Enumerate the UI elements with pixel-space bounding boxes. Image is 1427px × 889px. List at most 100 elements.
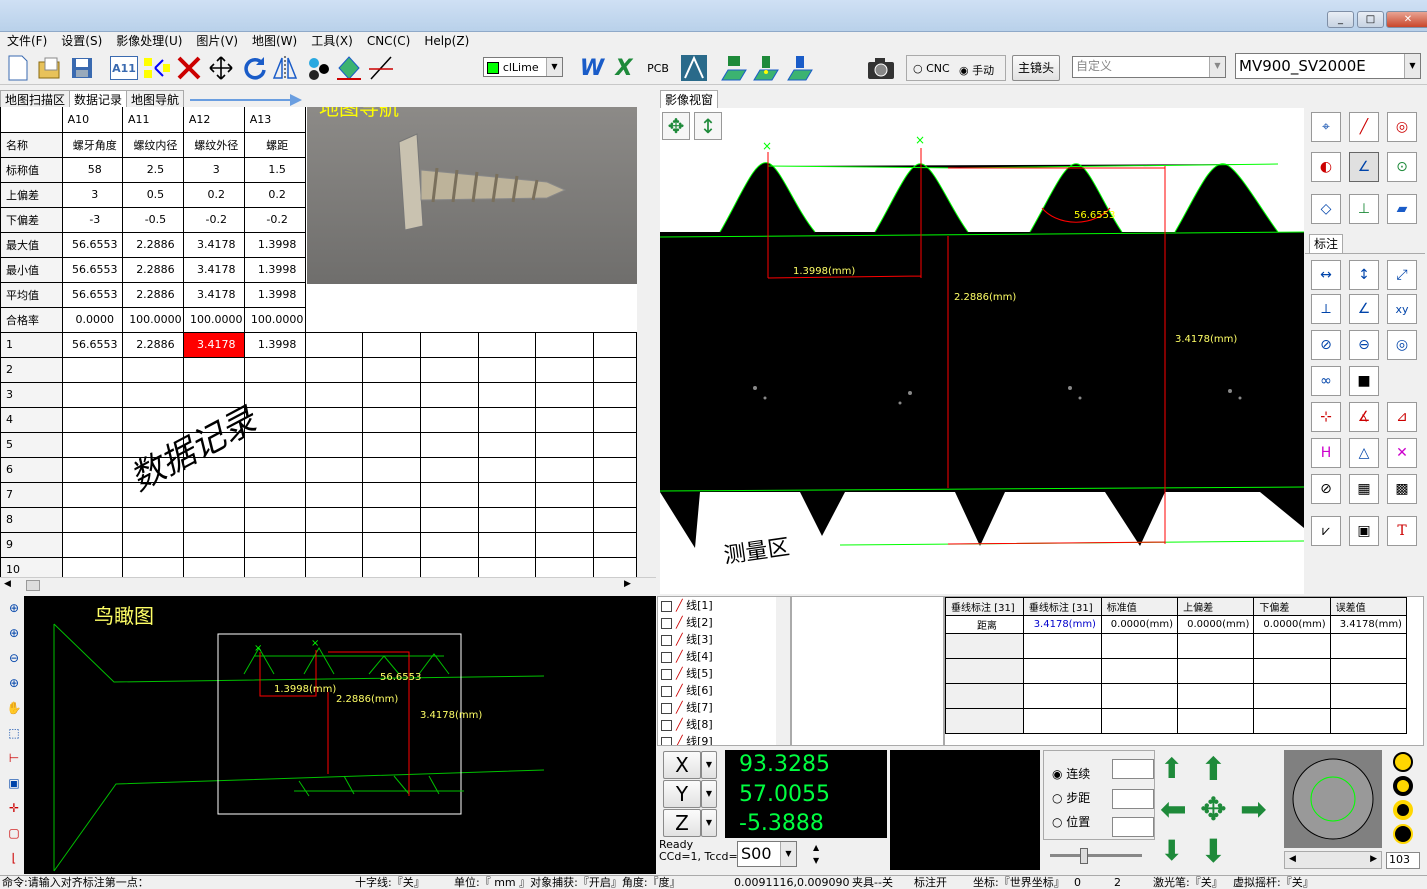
table-cell[interactable]: A10: [61, 107, 124, 133]
menu-cnc[interactable]: CNC(C): [360, 32, 417, 50]
row-header-cell[interactable]: 3: [0, 381, 63, 408]
table-cell[interactable]: [477, 456, 537, 483]
angle-icon[interactable]: ∠: [1349, 152, 1379, 182]
table-cell[interactable]: [420, 381, 479, 408]
save-view-icon[interactable]: ▣: [4, 773, 24, 793]
table-cell[interactable]: [420, 331, 479, 358]
concentric-icon[interactable]: ◎: [1387, 330, 1417, 360]
table-cell[interactable]: [535, 506, 595, 533]
result-cell[interactable]: 3.4178(mm): [1022, 615, 1102, 634]
origin-icon[interactable]: ✛: [4, 798, 24, 818]
table-cell[interactable]: A12: [182, 107, 245, 133]
table-cell[interactable]: [304, 556, 364, 577]
table-cell[interactable]: [593, 356, 637, 383]
table-cell[interactable]: 2.2886: [122, 281, 184, 308]
tab-image-view[interactable]: 影像视窗: [660, 90, 719, 109]
table-cell[interactable]: 2.2886: [122, 256, 184, 283]
table-cell[interactable]: [536, 282, 594, 307]
table-cell[interactable]: [243, 356, 306, 383]
main-lens-button[interactable]: 主镜头: [1012, 55, 1060, 81]
table-cell[interactable]: [362, 456, 422, 483]
row-header-cell[interactable]: 上偏差: [0, 181, 63, 208]
table-cell[interactable]: [363, 282, 421, 307]
table-cell[interactable]: [362, 481, 422, 508]
table-cell[interactable]: 56.6553: [61, 231, 124, 258]
table-cell[interactable]: [61, 481, 124, 508]
table-cell[interactable]: [421, 282, 479, 307]
row-header-cell[interactable]: 6: [0, 456, 63, 483]
refresh-icon[interactable]: [241, 54, 269, 82]
line-item[interactable]: ╱ 线[2]: [658, 614, 790, 631]
table-cell[interactable]: [304, 406, 364, 433]
scroll-thumb[interactable]: [26, 580, 40, 591]
table-cell[interactable]: [535, 331, 595, 358]
pattern-icon[interactable]: ▦: [1349, 474, 1379, 504]
a11-button[interactable]: A11: [110, 56, 138, 80]
close-button[interactable]: ✕: [1386, 11, 1427, 28]
table-cell[interactable]: -3: [61, 206, 124, 233]
angle-dim-icon[interactable]: ∠: [1349, 294, 1379, 324]
table-cell[interactable]: [122, 381, 184, 408]
manual-radio[interactable]: ◉ 手动: [959, 62, 994, 78]
circle-center-icon[interactable]: ⊙: [1387, 152, 1417, 182]
table-cell[interactable]: [61, 381, 124, 408]
row-header-cell[interactable]: 下偏差: [0, 206, 63, 233]
x-step-input[interactable]: [1112, 759, 1154, 779]
table-cell[interactable]: 0.0000: [61, 306, 124, 333]
table-cell[interactable]: 56.6553: [61, 281, 124, 308]
tab-annotation[interactable]: 标注: [1309, 234, 1344, 253]
table-cell[interactable]: [535, 381, 595, 408]
table-cell[interactable]: 100.0000: [122, 306, 184, 333]
angle-mark-icon[interactable]: ∡: [1349, 402, 1379, 432]
horizontal-dim-icon[interactable]: ↔: [1311, 260, 1341, 290]
table-cell[interactable]: [535, 481, 595, 508]
ruler-icon[interactable]: ⊿: [1387, 402, 1417, 432]
line-item[interactable]: ╱ 线[3]: [658, 631, 790, 648]
table-cell[interactable]: 58: [61, 156, 124, 183]
table-cell[interactable]: [304, 506, 364, 533]
step-number-field[interactable]: 103: [1386, 852, 1420, 869]
zoom-in-icon[interactable]: ⊕: [4, 598, 24, 618]
table-cell[interactable]: [535, 531, 595, 558]
word-export-icon[interactable]: W: [578, 54, 606, 82]
table-cell[interactable]: -0.2: [243, 206, 306, 233]
table-cell[interactable]: [362, 331, 422, 358]
row-header-cell[interactable]: 9: [0, 531, 63, 558]
table-cell[interactable]: [243, 506, 306, 533]
checkbox[interactable]: [661, 600, 672, 612]
height-icon[interactable]: H: [1311, 438, 1341, 468]
row-header-cell[interactable]: 10: [0, 556, 63, 577]
circle-ring-icon[interactable]: ◎: [1387, 112, 1417, 142]
table-cell[interactable]: [362, 356, 422, 383]
maximize-button[interactable]: □: [1357, 11, 1384, 28]
vertical-scrollbar[interactable]: [637, 107, 656, 577]
new-file-icon[interactable]: [4, 54, 32, 82]
out-of-tolerance-cell[interactable]: 3.4178: [182, 331, 245, 358]
menu-tools[interactable]: 工具(X): [304, 32, 360, 50]
table-cell[interactable]: [122, 531, 184, 558]
spin-arrows-icon[interactable]: ▲ ▼: [813, 841, 819, 867]
table-cell[interactable]: 1.3998: [243, 231, 306, 258]
table-cell[interactable]: [535, 406, 595, 433]
diamond-icon[interactable]: [335, 54, 363, 82]
table-cell[interactable]: 1.3998: [243, 281, 306, 308]
table-cell[interactable]: [477, 506, 537, 533]
row-header-cell[interactable]: 合格率: [0, 306, 63, 333]
table-cell[interactable]: [420, 481, 479, 508]
light-ring-icon[interactable]: [1393, 752, 1413, 772]
table-cell[interactable]: [420, 356, 479, 383]
text-icon[interactable]: T: [1387, 516, 1417, 546]
table-cell[interactable]: [243, 456, 306, 483]
table-cell[interactable]: [593, 431, 637, 458]
table-cell[interactable]: [61, 506, 124, 533]
vertical-dim-icon[interactable]: ↕: [1349, 260, 1379, 290]
table-cell[interactable]: [477, 381, 537, 408]
nav-photo[interactable]: 地图导航: [307, 107, 656, 284]
table-cell[interactable]: 螺纹内径: [122, 131, 184, 158]
table-cell[interactable]: [478, 282, 536, 307]
vertical-move-icon[interactable]: ↕: [694, 112, 722, 140]
table-cell[interactable]: [61, 356, 124, 383]
table-cell[interactable]: [305, 307, 363, 332]
axis-icon[interactable]: ⊢: [4, 748, 24, 768]
row-header-cell[interactable]: 7: [0, 481, 63, 508]
